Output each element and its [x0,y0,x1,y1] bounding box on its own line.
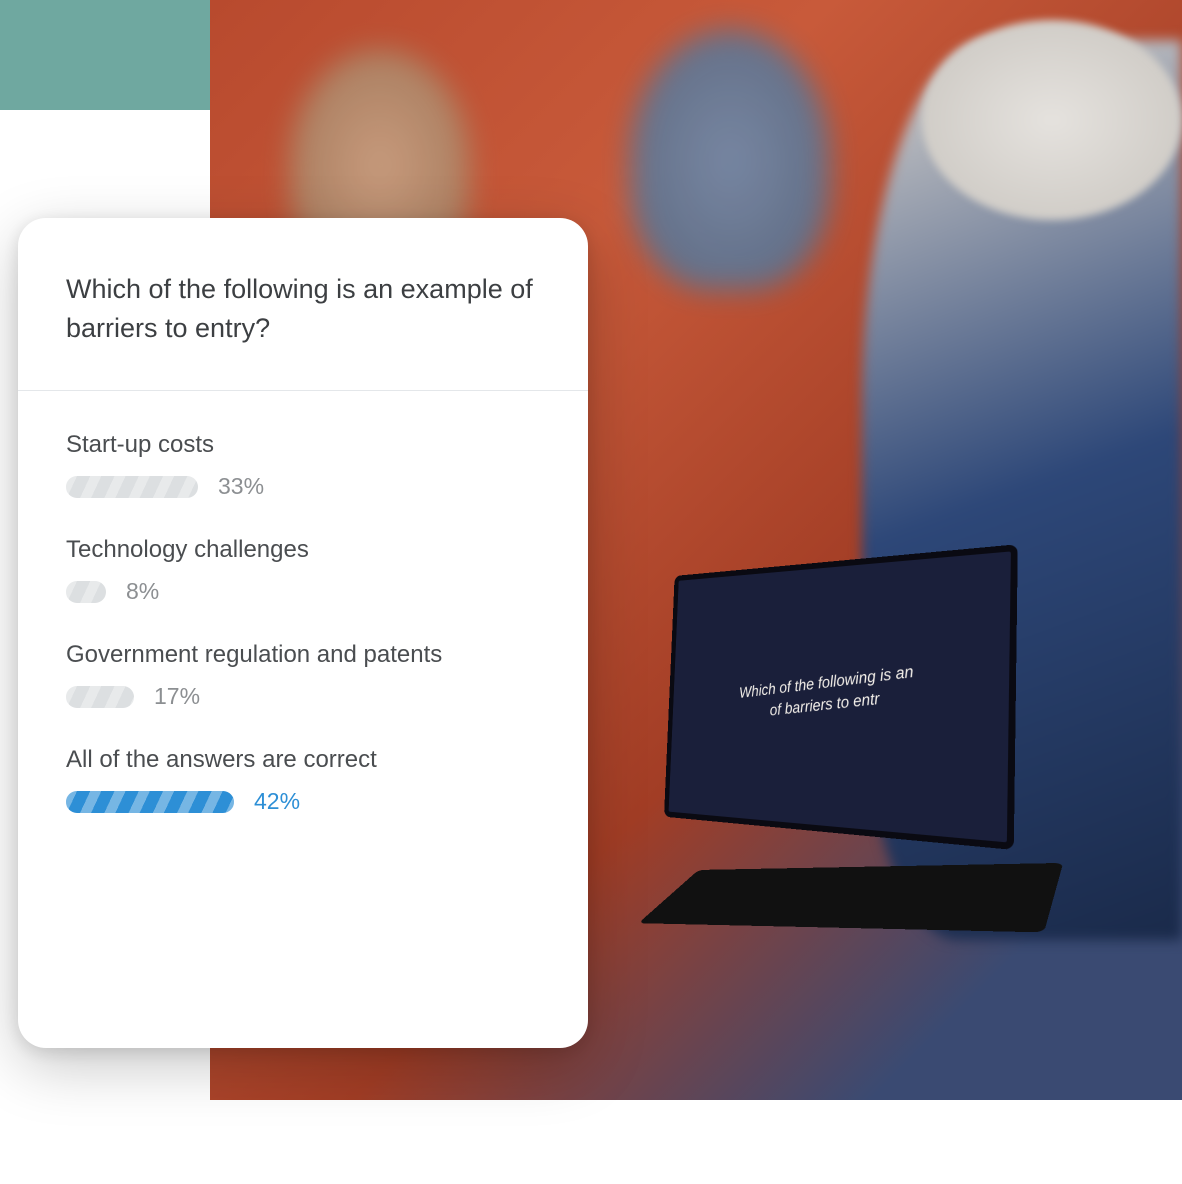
poll-card: Which of the following is an example of … [18,218,588,1048]
poll-percent: 42% [254,788,310,815]
poll-bar [66,791,234,813]
poll-percent: 8% [126,578,182,605]
poll-option[interactable]: Government regulation and patents 17% [66,641,540,710]
poll-option-label: Technology challenges [66,536,540,564]
laptop-screen: Which of the following is an of barriers… [664,544,1018,850]
laptop-screen-text: Which of the following is an of barriers… [739,661,916,726]
bg-teal-block [0,0,210,110]
poll-bar-row: 33% [66,473,540,500]
bg-presenter-hair [922,20,1182,220]
poll-option-label: All of the answers are correct [66,746,540,774]
poll-bar-row: 42% [66,788,540,815]
poll-option[interactable]: Start-up costs 33% [66,431,540,500]
divider [18,390,588,391]
poll-option[interactable]: Technology challenges 8% [66,536,540,605]
bg-person-blur [630,30,830,290]
poll-question: Which of the following is an example of … [66,270,540,390]
laptop-keyboard [638,863,1063,932]
poll-bar-row: 17% [66,683,540,710]
poll-bar-row: 8% [66,578,540,605]
poll-option-label: Government regulation and patents [66,641,540,669]
poll-bar [66,476,198,498]
poll-option-label: Start-up costs [66,431,540,459]
poll-option[interactable]: All of the answers are correct 42% [66,746,540,815]
poll-percent: 33% [218,473,274,500]
poll-bar [66,686,134,708]
poll-bar [66,581,106,603]
poll-percent: 17% [154,683,210,710]
